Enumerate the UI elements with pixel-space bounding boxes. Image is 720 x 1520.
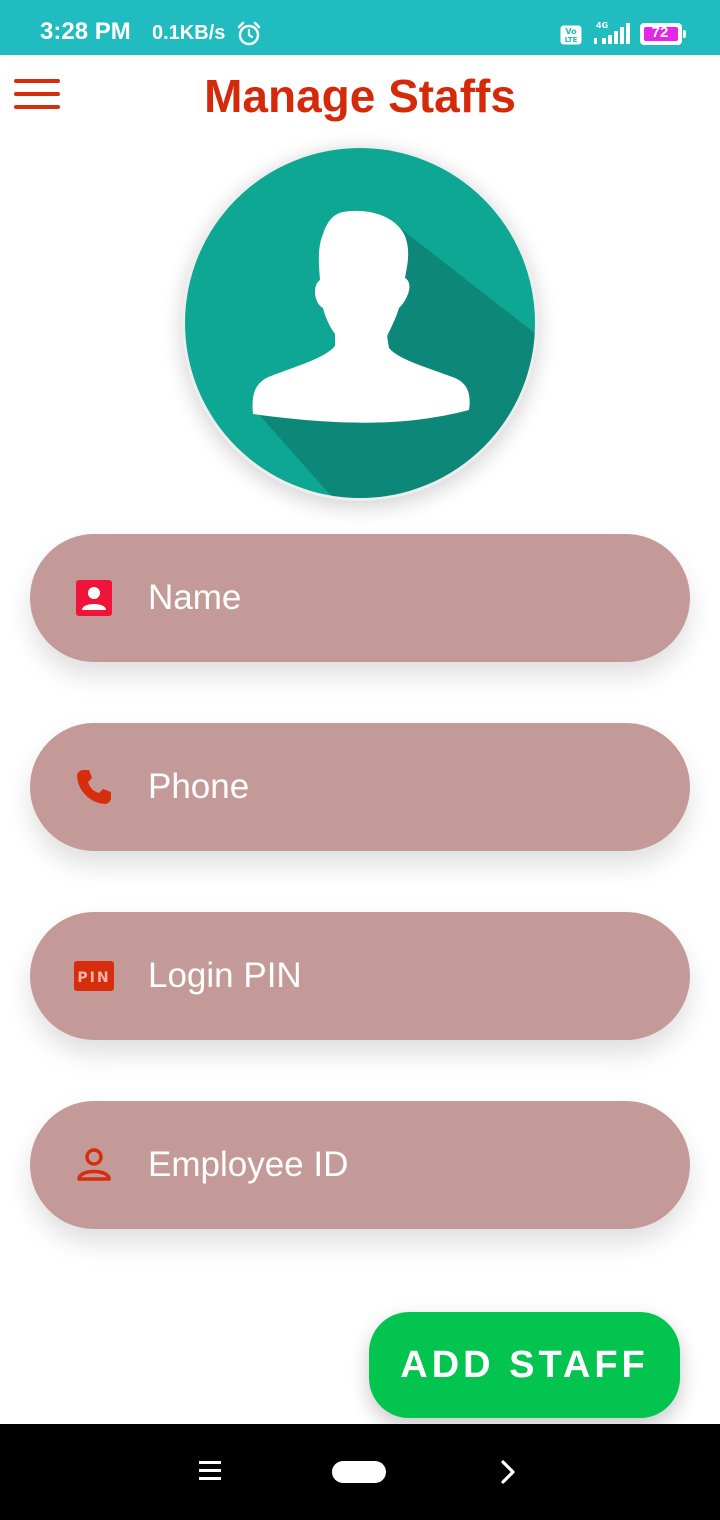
page-title: Manage Staffs bbox=[204, 70, 516, 122]
login-pin-field[interactable]: PIN Login PIN bbox=[30, 912, 690, 1040]
contact-card-icon bbox=[76, 580, 112, 616]
phone-placeholder: Phone bbox=[148, 767, 250, 806]
battery-icon: 72 bbox=[640, 23, 686, 45]
status-bar: 3:28 PM 0.1KB/s Vo LTE 4G 72 bbox=[0, 0, 720, 55]
pin-icon-text: PIN bbox=[77, 970, 110, 986]
network-speed: 0.1KB/s bbox=[152, 22, 226, 44]
svg-text:Vo: Vo bbox=[565, 27, 577, 36]
pin-icon: PIN bbox=[74, 961, 114, 991]
system-nav-bar bbox=[0, 1424, 720, 1520]
avatar[interactable] bbox=[182, 145, 538, 501]
volte-icon: Vo LTE bbox=[560, 25, 582, 45]
person-outline-icon bbox=[77, 1148, 111, 1181]
employee-id-placeholder: Employee ID bbox=[148, 1145, 349, 1184]
network-type-label: 4G bbox=[596, 21, 608, 30]
back-chevron-icon[interactable] bbox=[494, 1458, 522, 1486]
home-pill-icon[interactable] bbox=[332, 1461, 386, 1483]
signal-icon: 4G bbox=[594, 21, 630, 44]
phone-field[interactable]: Phone bbox=[30, 723, 690, 851]
svg-text:LTE: LTE bbox=[565, 36, 578, 44]
status-time: 3:28 PM bbox=[40, 18, 131, 45]
login-pin-placeholder: Login PIN bbox=[148, 956, 302, 995]
app-bar: Manage Staffs bbox=[0, 55, 720, 133]
add-staff-button[interactable]: ADD STAFF bbox=[369, 1312, 680, 1418]
phone-icon bbox=[77, 770, 111, 804]
name-placeholder: Name bbox=[148, 578, 242, 617]
recents-menu-icon[interactable] bbox=[199, 1461, 221, 1481]
employee-id-field[interactable]: Employee ID bbox=[30, 1101, 690, 1229]
alarm-icon bbox=[237, 21, 261, 46]
battery-level: 72 bbox=[651, 24, 669, 41]
name-field[interactable]: Name bbox=[30, 534, 690, 662]
person-silhouette-icon bbox=[185, 148, 535, 498]
